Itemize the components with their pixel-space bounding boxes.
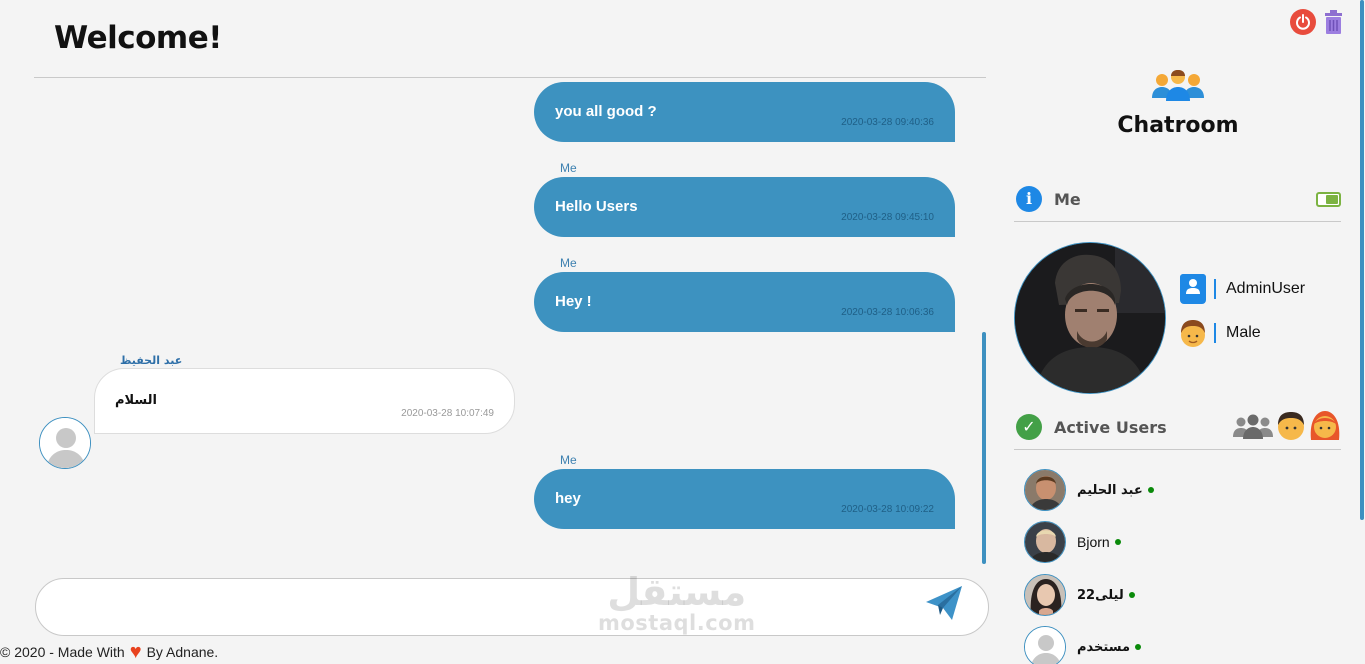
- message-bubble-mine: Hey ! 2020-03-28 10:06:36: [534, 272, 955, 332]
- message-text: Hello Users: [555, 198, 638, 215]
- footer-prefix: © 2020 - Made With: [0, 644, 125, 660]
- room-title: Chatroom: [1117, 113, 1239, 138]
- message-timestamp: 2020-03-28 09:40:36: [841, 117, 934, 128]
- heart-icon: ♥: [129, 641, 142, 663]
- male-icon: [1180, 318, 1206, 348]
- footer: © 2020 - Made With ♥ By Adnane.: [0, 641, 219, 663]
- group-gray-icon: [1233, 414, 1273, 439]
- active-user-item[interactable]: Bjorn: [1024, 521, 1121, 563]
- online-status-dot: [1128, 592, 1135, 598]
- watermark-latin: mostaql.com: [598, 611, 756, 635]
- avatar: [39, 417, 91, 469]
- me-section-header: i Me: [1014, 178, 1341, 222]
- message-input[interactable]: [35, 578, 989, 636]
- online-status-dot: [1114, 539, 1121, 545]
- message-bubble-other: السلام 2020-03-28 10:07:49: [94, 368, 515, 434]
- gender-value: Male: [1226, 324, 1261, 341]
- message-timestamp: 2020-03-28 10:06:36: [841, 307, 934, 318]
- sender-label: Me: [560, 453, 577, 467]
- row-divider: [1214, 323, 1216, 343]
- online-status-dot: [1147, 487, 1154, 493]
- sender-label: Me: [560, 256, 577, 270]
- sender-label: عبد الحفيظ: [120, 354, 183, 367]
- page-title: Welcome!: [54, 20, 222, 56]
- woman-icon: [1310, 411, 1340, 440]
- toggle-icon[interactable]: [1316, 192, 1341, 207]
- active-users-label: Active Users: [1054, 418, 1167, 437]
- check-circle-icon: ✓: [1016, 414, 1042, 440]
- online-status-dot: [1135, 644, 1141, 650]
- people-icons: [1233, 410, 1341, 442]
- message-bubble-mine: you all good ? 2020-03-28 09:40:36: [534, 82, 955, 142]
- sidebar: Chatroom i Me AdminUser Male ✓ Active Us…: [1000, 0, 1360, 664]
- active-user-name: عبد الحليم: [1077, 482, 1143, 498]
- me-section-label: Me: [1054, 190, 1081, 209]
- message-timestamp: 2020-03-28 10:09:22: [841, 504, 934, 515]
- avatar: [1024, 626, 1066, 664]
- info-icon: i: [1016, 186, 1042, 212]
- message-text: السلام: [115, 393, 157, 408]
- watermark-arabic: مستقل: [607, 570, 747, 614]
- message-list[interactable]: you all good ? 2020-03-28 09:40:36 Me He…: [34, 78, 986, 568]
- active-user-item[interactable]: ليلى22: [1024, 574, 1135, 616]
- message-bubble-mine: Hello Users 2020-03-28 09:45:10: [534, 177, 955, 237]
- row-divider: [1214, 279, 1216, 299]
- message-text: hey: [555, 490, 581, 507]
- username-row: AdminUser: [1180, 274, 1305, 304]
- man-icon: [1278, 412, 1304, 440]
- message-timestamp: 2020-03-28 09:45:10: [841, 212, 934, 223]
- avatar: [1024, 521, 1066, 563]
- active-user-name: ليلى22: [1077, 587, 1124, 603]
- chat-scrollbar[interactable]: [982, 332, 986, 564]
- message-text: Hey !: [555, 293, 592, 310]
- watermark: مستقل mostaql.com: [598, 572, 755, 634]
- message-bubble-mine: hey 2020-03-28 10:09:22: [534, 469, 955, 529]
- footer-suffix: By Adnane.: [146, 644, 219, 660]
- avatar: [1024, 574, 1066, 616]
- active-user-item[interactable]: عبد الحليم: [1024, 469, 1154, 511]
- paper-plane-icon[interactable]: [925, 585, 963, 621]
- gender-row: Male: [1180, 318, 1261, 348]
- username-value: AdminUser: [1226, 280, 1306, 297]
- active-user-name: Bjorn: [1077, 534, 1110, 550]
- message-text: you all good ?: [555, 103, 657, 120]
- group-icon: [1152, 68, 1204, 102]
- profile-photo: [1014, 242, 1166, 394]
- page-scrollbar[interactable]: [1360, 0, 1364, 520]
- user-badge-icon: [1180, 274, 1206, 304]
- sender-label: Me: [560, 161, 577, 175]
- active-user-name: مستخدم: [1077, 639, 1130, 655]
- message-timestamp: 2020-03-28 10:07:49: [401, 408, 494, 419]
- avatar: [1024, 469, 1066, 511]
- active-user-item[interactable]: مستخدم: [1024, 626, 1141, 664]
- active-users-header: ✓ Active Users: [1014, 406, 1341, 450]
